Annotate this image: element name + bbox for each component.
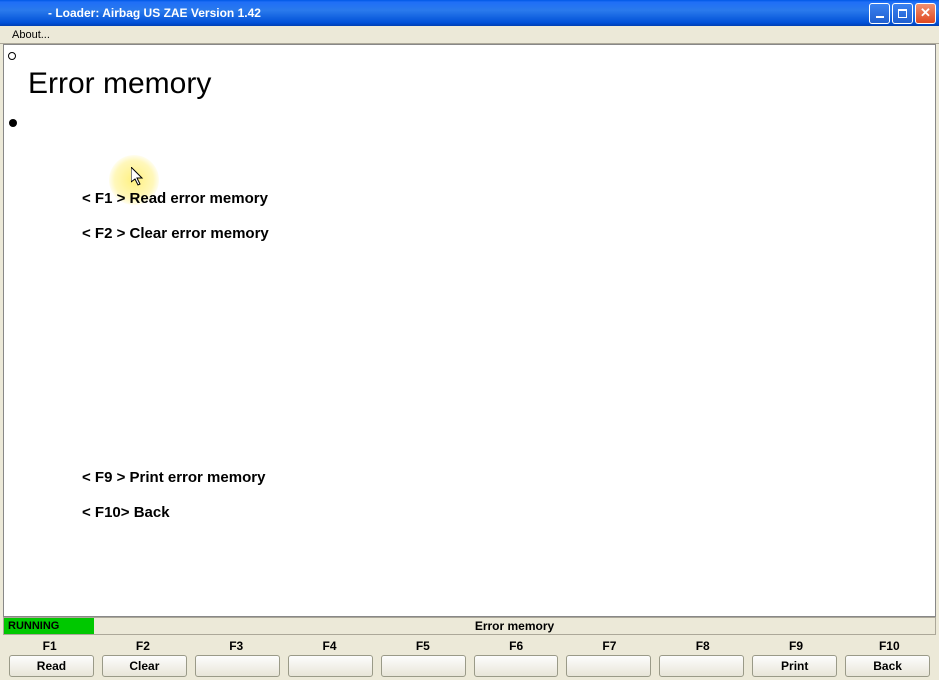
close-icon: ✕ [920,5,931,21]
status-title: Error memory [415,618,615,634]
menu-list-bottom: < F9 > Print error memory < F10> Back [82,469,265,539]
fkey-label-f6: F6 [475,639,557,653]
fkey-button-f2[interactable]: Clear [102,655,187,677]
minimize-button[interactable] [869,3,890,24]
fkey-button-f9[interactable]: Print [752,655,837,677]
titlebar: - Loader: Airbag US ZAE Version 1.42 ✕ [0,0,939,26]
fkey-label-f7: F7 [568,639,650,653]
fkey-button-f6[interactable] [474,655,559,677]
window-controls: ✕ [869,3,936,24]
menu-item-f10[interactable]: < F10> Back [82,504,265,521]
fkey-label-f9: F9 [755,639,837,653]
fkey-button-f4[interactable] [288,655,373,677]
fkey-button-f5[interactable] [381,655,466,677]
fkey-label-f5: F5 [382,639,464,653]
fkey-label-f4: F4 [289,639,371,653]
fkey-buttons-row: Read Clear Print Back [3,655,936,680]
menu-item-f2[interactable]: < F2 > Clear error memory [82,225,269,242]
menu-about[interactable]: About... [6,28,56,42]
minimize-icon [876,16,884,18]
fkey-label-f3: F3 [195,639,277,653]
menubar: About... [0,26,939,44]
menu-item-f1[interactable]: < F1 > Read error memory [82,190,269,207]
close-button[interactable]: ✕ [915,3,936,24]
solid-dot-icon [9,119,17,127]
fkey-button-f7[interactable] [566,655,651,677]
hollow-circle-icon [8,52,16,60]
menu-list-top: < F1 > Read error memory < F2 > Clear er… [82,190,269,260]
fkey-label-f1: F1 [9,639,91,653]
content-area: Error memory < F1 > Read error memory < … [3,44,936,617]
fkey-button-f3[interactable] [195,655,280,677]
status-running: RUNNING [4,618,94,634]
fkey-button-f8[interactable] [659,655,744,677]
fkey-label-f8: F8 [662,639,744,653]
titlebar-text: - Loader: Airbag US ZAE Version 1.42 [8,6,261,20]
maximize-button[interactable] [892,3,913,24]
fkey-button-f1[interactable]: Read [9,655,94,677]
fkey-button-f10[interactable]: Back [845,655,930,677]
cursor-icon [131,167,145,187]
bottom-panel: RUNNING Error memory F1 F2 F3 F4 F5 F6 F… [3,617,936,680]
fkey-label-f2: F2 [102,639,184,653]
fkey-label-f10: F10 [848,639,930,653]
menu-item-f9[interactable]: < F9 > Print error memory [82,469,265,486]
status-row: RUNNING Error memory [3,617,936,635]
fkey-labels-row: F1 F2 F3 F4 F5 F6 F7 F8 F9 F10 [3,635,936,655]
page-title: Error memory [28,67,211,101]
maximize-icon [898,9,907,18]
